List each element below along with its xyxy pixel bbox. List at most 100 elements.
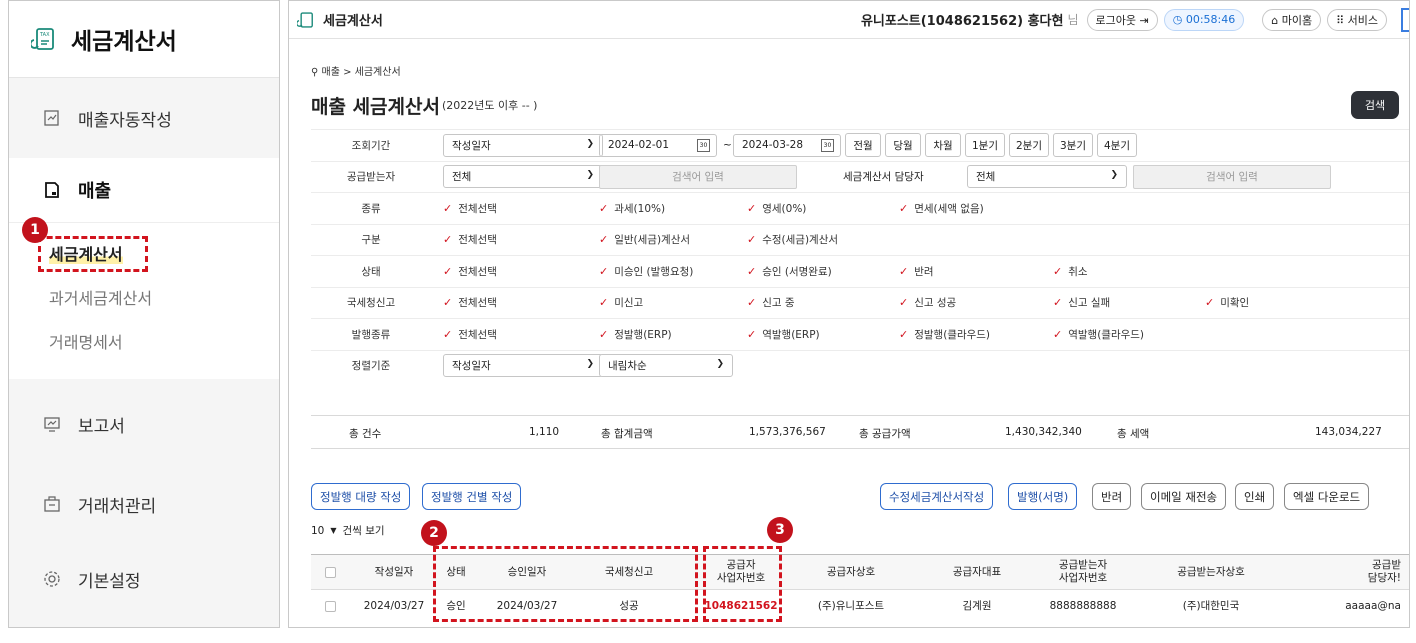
sidebar-item-settings[interactable]: 기본설정 <box>9 539 279 619</box>
nts-checkbox[interactable]: ✓ 신고 중 <box>747 295 795 310</box>
search-button[interactable]: 검색 <box>1351 91 1399 119</box>
col-buyer-manager[interactable]: 공급받 담당자! <box>1291 555 1401 589</box>
period-q1[interactable]: 1분기 <box>965 133 1005 157</box>
period-type-select[interactable]: 작성일자 ❯ <box>443 133 603 157</box>
manager-search-input[interactable]: 검색어 입력 <box>1133 164 1331 189</box>
check-icon: ✓ <box>747 327 757 341</box>
kind-checkbox[interactable]: ✓ 일반(세금)계산서 <box>599 232 690 247</box>
date-from-input[interactable]: 2024-02-01 30 <box>599 133 717 157</box>
sidebar-logo[interactable]: TAX 세금계산서 <box>9 1 279 78</box>
table-row[interactable]: 2024/03/27 승인 2024/03/27 성공 1048621562 (… <box>311 590 1409 622</box>
chevron-down-icon[interactable]: ▼ <box>330 526 336 535</box>
filter-row-kind: 구분 ✓ 전체선택 ✓ 일반(세금)계산서 ✓ 수정(세금)계산서 <box>311 223 1409 256</box>
sidebar-sub-tax-invoice[interactable]: 세금계산서 <box>9 233 279 277</box>
buyer-select[interactable]: 전체 ❯ <box>443 165 603 189</box>
period-next-month[interactable]: 차월 <box>925 133 961 157</box>
col-supplier-bizno[interactable]: 공급자 사업자번호 <box>706 555 776 589</box>
chevron-down-icon: ❯ <box>1110 170 1118 181</box>
session-timer[interactable]: ◷ 00:58:46 <box>1163 8 1245 31</box>
service-button[interactable]: ⠿ 서비스 <box>1327 8 1387 31</box>
status-checkbox[interactable]: ✓ 반려 <box>899 264 934 279</box>
sidebar-item-partner[interactable]: 거래처관리 <box>9 469 279 539</box>
sidebar-submenu: 세금계산서 과거세금계산서 거래명세서 <box>9 222 279 379</box>
period-prev-month[interactable]: 전월 <box>845 133 881 157</box>
status-checkbox[interactable]: ✓ 전체선택 <box>443 264 497 279</box>
resend-email-button[interactable]: 이메일 재전송 <box>1141 483 1227 510</box>
sidebar-item-label: 보고서 <box>78 416 125 437</box>
issue-checkbox[interactable]: ✓ 역발행(ERP) <box>747 327 820 342</box>
total-supply: 1,430,342,340 <box>1005 426 1082 438</box>
col-supplier-name[interactable]: 공급자상호 <box>781 555 921 589</box>
period-q3[interactable]: 3분기 <box>1053 133 1093 157</box>
nts-checkbox[interactable]: ✓ 미확인 <box>1205 295 1249 310</box>
status-checkbox[interactable]: ✓ 승인 (서명완료) <box>747 264 832 279</box>
type-checkbox[interactable]: ✓ 면세(세액 없음) <box>899 201 984 216</box>
kind-checkbox[interactable]: ✓ 전체선택 <box>443 232 497 247</box>
nts-checkbox[interactable]: ✓ 미신고 <box>599 295 643 310</box>
issue-sign-button[interactable]: 발행(서명) <box>1008 483 1078 510</box>
calendar-icon[interactable]: 30 <box>821 138 834 152</box>
status-checkbox[interactable]: ✓ 미승인 (발행요청) <box>599 264 693 279</box>
mypage-button[interactable]: ⌂ 마이홈 <box>1262 8 1322 31</box>
check-icon: ✓ <box>443 264 453 278</box>
issue-checkbox[interactable]: ✓ 정발행(클라우드) <box>899 327 990 342</box>
filter-row-nts: 국세청신고 ✓ 전체선택 ✓ 미신고 ✓ 신고 중 ✓ 신고 성공 ✓ 신고 실패 ✓ 미확… <box>311 286 1409 319</box>
excel-download-button[interactable]: 엑셀 다운로드 <box>1284 483 1370 510</box>
col-status[interactable]: 상태 <box>431 555 481 589</box>
date-to-input[interactable]: 2024-03-28 30 <box>733 133 841 157</box>
col-approval-date[interactable]: 승인일자 <box>489 555 565 589</box>
single-issue-button[interactable]: 정발행 건별 작성 <box>422 483 522 510</box>
type-checkbox[interactable]: ✓ 전체선택 <box>443 201 497 216</box>
type-checkbox[interactable]: ✓ 과세(10%) <box>599 201 665 216</box>
bulk-issue-button[interactable]: 정발행 대량 작성 <box>311 483 411 510</box>
panel-toggle-icon[interactable] <box>1401 7 1409 32</box>
sidebar-sub-past-invoice[interactable]: 과거세금계산서 <box>9 277 279 321</box>
sidebar-item-sales[interactable]: 매출 <box>9 158 279 222</box>
issue-checkbox[interactable]: ✓ 전체선택 <box>443 327 497 342</box>
kind-checkbox[interactable]: ✓ 수정(세금)계산서 <box>747 232 838 247</box>
col-nts-report[interactable]: 국세청신고 <box>569 555 689 589</box>
nts-checkbox[interactable]: ✓ 전체선택 <box>443 295 497 310</box>
calendar-icon[interactable]: 30 <box>697 138 710 152</box>
chart-icon <box>42 414 62 434</box>
reject-button[interactable]: 반려 <box>1092 483 1132 510</box>
col-supplier-rep[interactable]: 공급자대표 <box>923 555 1031 589</box>
supplier-bizno-link[interactable]: 1048621562 <box>704 590 777 622</box>
period-q2[interactable]: 2분기 <box>1009 133 1049 157</box>
period-q4[interactable]: 4분기 <box>1097 133 1137 157</box>
screen: TAX 세금계산서 매출자동작성 매출 세금계산서 과거세금계산서 거래명세서 … <box>0 0 1416 643</box>
select-all-checkbox[interactable] <box>324 566 336 578</box>
sidebar-item-label: 기본설정 <box>78 571 141 592</box>
filter-row-type: 종류 ✓ 전체선택 ✓ 과세(10%) ✓ 영세(0%) ✓ 면세(세액 없음) <box>311 192 1409 224</box>
type-checkbox[interactable]: ✓ 영세(0%) <box>747 201 806 216</box>
sidebar-sub-statement[interactable]: 거래명세서 <box>9 321 279 365</box>
row-checkbox[interactable] <box>324 600 336 612</box>
manager-select[interactable]: 전체 ❯ <box>967 165 1127 189</box>
check-icon: ✓ <box>899 327 909 341</box>
manager-label: 세금계산서 담당자 <box>843 171 924 184</box>
per-page-select[interactable]: 10 <box>311 525 324 537</box>
buyer-search-input[interactable]: 검색어 입력 <box>599 164 797 189</box>
print-button[interactable]: 인쇄 <box>1235 483 1275 510</box>
check-icon: ✓ <box>443 201 453 215</box>
col-buyer-name[interactable]: 공급받는자상호 <box>1141 555 1281 589</box>
status-checkbox[interactable]: ✓ 취소 <box>1053 264 1088 279</box>
issue-checkbox[interactable]: ✓ 정발행(ERP) <box>599 327 672 342</box>
chevron-down-icon: ❯ <box>586 170 594 181</box>
sort-field-select[interactable]: 작성일자 ❯ <box>443 354 603 378</box>
col-date[interactable]: 작성일자 <box>359 555 429 589</box>
filter-row-buyer: 공급받는자 전체 ❯ 검색어 입력 세금계산서 담당자 전체 ❯ 검색어 입력 <box>311 160 1409 193</box>
nts-checkbox[interactable]: ✓ 신고 성공 <box>899 295 956 310</box>
sidebar-item-auto[interactable]: 매출자동작성 <box>9 78 279 158</box>
period-this-month[interactable]: 당월 <box>885 133 921 157</box>
sort-order-select[interactable]: 내림차순 ❯ <box>599 354 733 378</box>
sidebar-item-report[interactable]: 보고서 <box>9 379 279 469</box>
logout-button[interactable]: 로그아웃 ⇥ <box>1086 8 1158 31</box>
issue-checkbox[interactable]: ✓ 역발행(클라우드) <box>1053 327 1144 342</box>
tax-icon <box>297 11 313 28</box>
col-buyer-bizno[interactable]: 공급받는자 사업자번호 <box>1033 555 1133 589</box>
check-icon: ✓ <box>443 296 453 310</box>
amend-invoice-button[interactable]: 수정세금계산서작성 <box>880 483 994 510</box>
breadcrumb: ⚲ 매출 > 세금계산서 <box>311 67 401 78</box>
nts-checkbox[interactable]: ✓ 신고 실패 <box>1053 295 1110 310</box>
